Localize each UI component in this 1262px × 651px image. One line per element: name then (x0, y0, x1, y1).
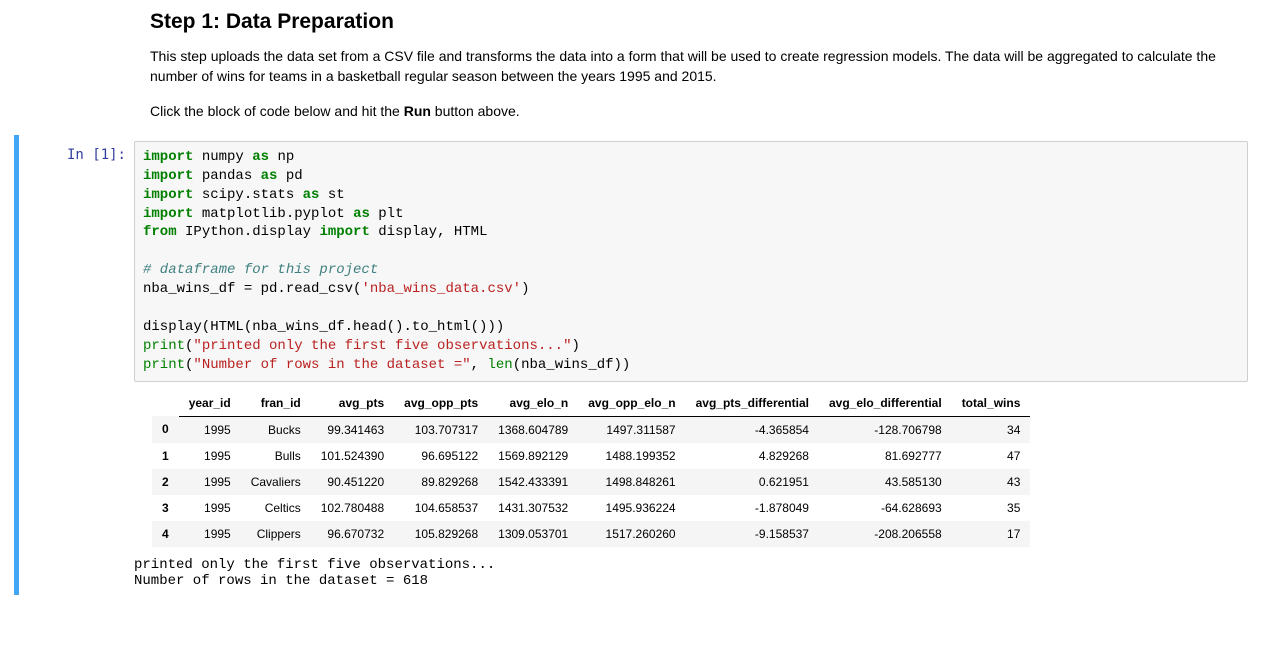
table-cell: Celtics (241, 495, 311, 521)
code-input[interactable]: import numpy as np import pandas as pd i… (134, 141, 1248, 382)
table-cell: 1368.604789 (488, 416, 578, 443)
paragraph: This step uploads the data set from a CS… (150, 46, 1242, 87)
table-cell: 1497.311587 (578, 416, 685, 443)
table-cell: 104.658537 (394, 495, 488, 521)
row-index: 4 (152, 521, 179, 547)
table-cell: 1498.848261 (578, 469, 685, 495)
table-cell: 89.829268 (394, 469, 488, 495)
bold-text: Run (404, 103, 431, 119)
table-cell: -4.365854 (686, 416, 819, 443)
table-header: year_idfran_idavg_ptsavg_opp_ptsavg_elo_… (152, 390, 1030, 417)
table-cell: 96.695122 (394, 443, 488, 469)
table-cell: 17 (952, 521, 1031, 547)
table-cell: 1995 (179, 416, 241, 443)
table-cell: 35 (952, 495, 1031, 521)
table-cell: -1.878049 (686, 495, 819, 521)
paragraph: Click the block of code below and hit th… (150, 101, 1242, 121)
column-header: avg_pts_differential (686, 390, 819, 417)
text: Click the block of code below and hit th… (150, 103, 404, 119)
table-cell: 4.829268 (686, 443, 819, 469)
column-header: avg_opp_pts (394, 390, 488, 417)
table-cell: 43 (952, 469, 1031, 495)
cell-body: import numpy as np import pandas as pd i… (134, 141, 1262, 589)
table-cell: 34 (952, 416, 1031, 443)
text: button above. (431, 103, 520, 119)
table-cell: 90.451220 (311, 469, 394, 495)
table-cell: 47 (952, 443, 1031, 469)
table-cell: -64.628693 (819, 495, 952, 521)
table-cell: -128.706798 (819, 416, 952, 443)
section-heading: Step 1: Data Preparation (150, 10, 1242, 34)
table-cell: 103.707317 (394, 416, 488, 443)
table-cell: 1431.307532 (488, 495, 578, 521)
table-row: 41995Clippers96.670732105.8292681309.053… (152, 521, 1030, 547)
table-cell: Cavaliers (241, 469, 311, 495)
row-index: 1 (152, 443, 179, 469)
table-cell: 1995 (179, 469, 241, 495)
table-cell: Clippers (241, 521, 311, 547)
table-cell: 99.341463 (311, 416, 394, 443)
row-index: 3 (152, 495, 179, 521)
column-header: fran_id (241, 390, 311, 417)
table-cell: 81.692777 (819, 443, 952, 469)
column-header: avg_opp_elo_n (578, 390, 685, 417)
column-header: total_wins (952, 390, 1031, 417)
column-header: avg_elo_differential (819, 390, 952, 417)
table-cell: 0.621951 (686, 469, 819, 495)
table-cell: 1495.936224 (578, 495, 685, 521)
column-header: avg_pts (311, 390, 394, 417)
table-cell: 1488.199352 (578, 443, 685, 469)
table-cell: 1995 (179, 443, 241, 469)
table-cell: 1995 (179, 521, 241, 547)
table-cell: 96.670732 (311, 521, 394, 547)
row-index: 0 (152, 416, 179, 443)
notebook: Step 1: Data Preparation This step uploa… (0, 10, 1262, 595)
column-header: avg_elo_n (488, 390, 578, 417)
table-cell: 1542.433391 (488, 469, 578, 495)
table-cell: 43.585130 (819, 469, 952, 495)
table-cell: 105.829268 (394, 521, 488, 547)
dataframe-table: year_idfran_idavg_ptsavg_opp_ptsavg_elo_… (152, 390, 1030, 547)
table-cell: 101.524390 (311, 443, 394, 469)
table-cell: 1309.053701 (488, 521, 578, 547)
output-area: year_idfran_idavg_ptsavg_opp_ptsavg_elo_… (134, 390, 1248, 589)
table-cell: -9.158537 (686, 521, 819, 547)
table-cell: Bulls (241, 443, 311, 469)
table-cell: 1517.260260 (578, 521, 685, 547)
table-row: 21995Cavaliers90.45122089.8292681542.433… (152, 469, 1030, 495)
row-index: 2 (152, 469, 179, 495)
markdown-cell: Step 1: Data Preparation This step uploa… (150, 10, 1242, 121)
table-row: 31995Celtics102.780488104.6585371431.307… (152, 495, 1030, 521)
table-cell: 102.780488 (311, 495, 394, 521)
table-row: 01995Bucks99.341463103.7073171368.604789… (152, 416, 1030, 443)
input-prompt: In [1]: (19, 141, 134, 589)
table-cell: -208.206558 (819, 521, 952, 547)
table-cell: Bucks (241, 416, 311, 443)
stdout: printed only the first five observations… (134, 557, 1248, 589)
code-cell[interactable]: In [1]: import numpy as np import pandas… (14, 135, 1262, 595)
table-cell: 1569.892129 (488, 443, 578, 469)
table-row: 11995Bulls101.52439096.6951221569.892129… (152, 443, 1030, 469)
column-header: year_id (179, 390, 241, 417)
table-body: 01995Bucks99.341463103.7073171368.604789… (152, 416, 1030, 547)
table-cell: 1995 (179, 495, 241, 521)
